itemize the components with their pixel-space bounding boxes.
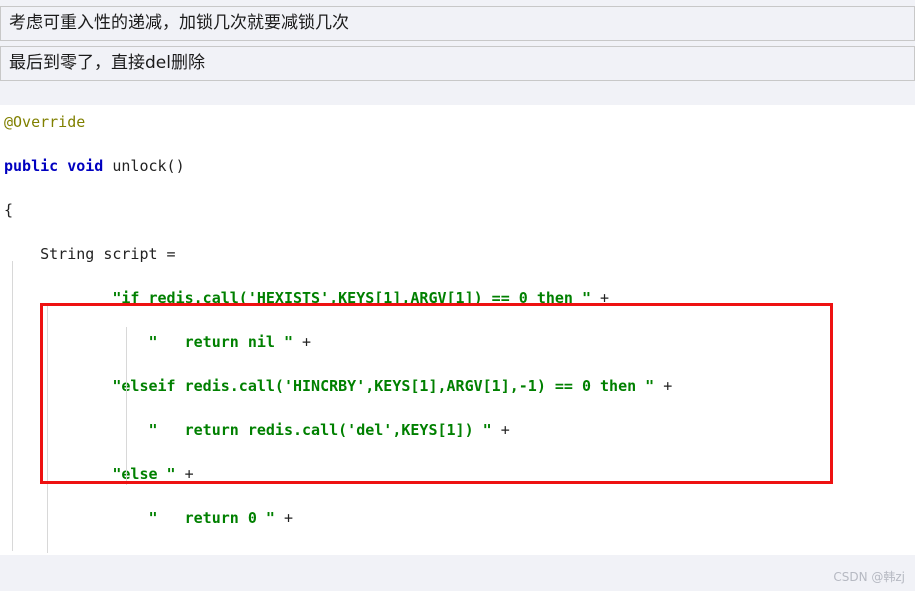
code-line: "end";: [0, 551, 915, 555]
code-line: public void unlock(): [4, 157, 185, 175]
note-box-delete: 最后到零了，直接del删除: [0, 46, 915, 81]
csdn-watermark: CSDN @韩zj: [833, 570, 905, 584]
code-line: " return redis.call('del',KEYS[1]) " +: [4, 421, 510, 439]
code-line: String script =: [4, 245, 176, 263]
code-line: {: [4, 201, 14, 219]
code-line: @Override: [4, 113, 86, 131]
indent-guide: [12, 261, 13, 551]
code-line: "else " +: [4, 465, 194, 483]
code-editor[interactable]: @Override public void unlock() { String …: [0, 105, 915, 555]
code-line: " return 0 " +: [4, 509, 293, 527]
code-content[interactable]: @Override public void unlock() { String …: [0, 105, 915, 555]
indent-guide: [47, 303, 48, 553]
indent-guide: [126, 327, 127, 485]
code-line: "elseif redis.call('HINCRBY',KEYS[1],ARG…: [4, 377, 673, 395]
code-line: "if redis.call('HEXISTS',KEYS[1],ARGV[1]…: [4, 289, 610, 307]
code-line: " return nil " +: [4, 333, 312, 351]
note-box-reentrancy: 考虑可重入性的递减，加锁几次就要减锁几次: [0, 6, 915, 41]
